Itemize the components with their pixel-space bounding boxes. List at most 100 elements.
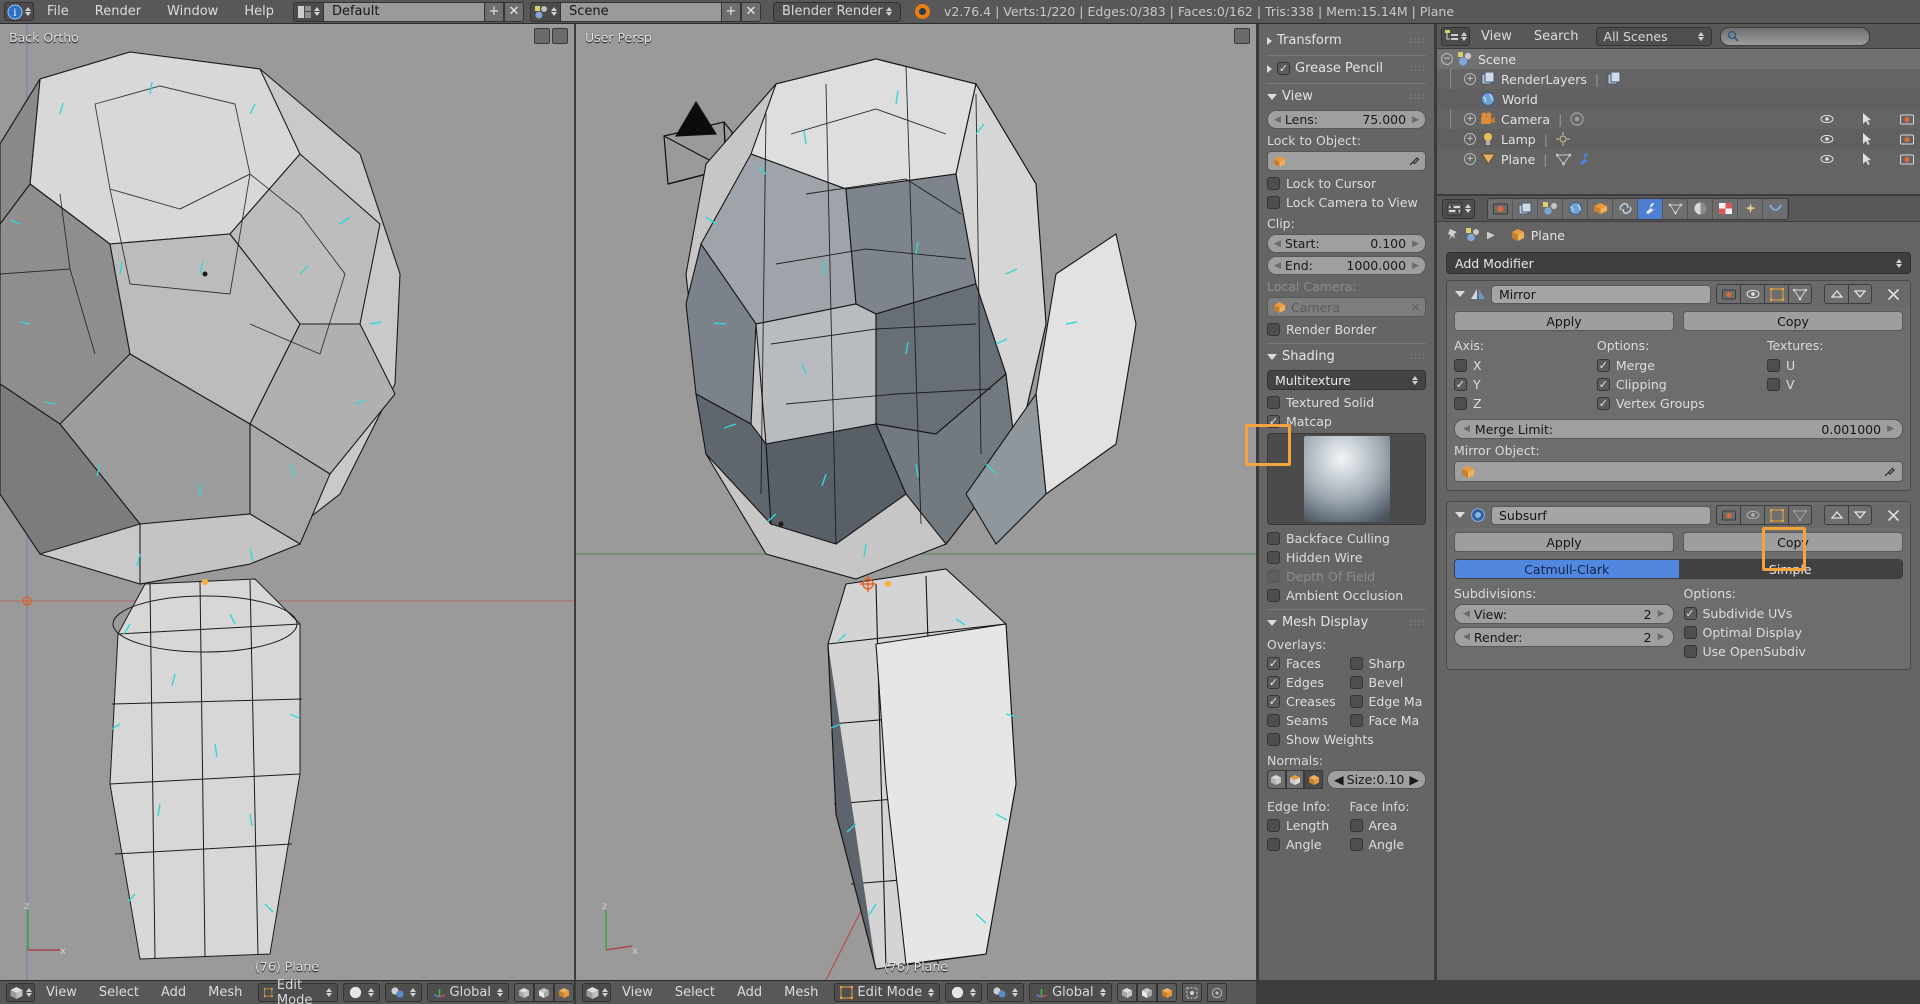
move-up-icon[interactable] [1824, 284, 1848, 304]
editor-type-spinner[interactable] [26, 988, 32, 997]
overlay-edge-marks-row[interactable]: Edge Ma [1349, 692, 1427, 711]
outliner-menu-view[interactable]: View [1470, 29, 1523, 44]
overlay-faces-row[interactable]: Faces [1267, 654, 1344, 673]
face-angle-checkbox[interactable] [1349, 838, 1363, 851]
vp-right-menu-add[interactable]: Add [726, 985, 773, 1000]
subdivision-type-catmull-clark[interactable]: Catmull-Clark [1455, 560, 1679, 578]
panel-transform-header[interactable]: Transform :::: [1267, 30, 1426, 51]
properties-editor-type-button[interactable] [1442, 198, 1475, 219]
axis-y-row[interactable]: Y [1454, 375, 1597, 394]
dropdown-spinner-icon[interactable] [1412, 375, 1418, 385]
overlay-seams-row[interactable]: Seams [1267, 711, 1344, 730]
overlay-bevel-checkbox[interactable] [1349, 676, 1363, 689]
move-down-icon[interactable] [1848, 505, 1872, 525]
increment-arrow-icon[interactable]: ▶ [1412, 115, 1419, 125]
clear-local-camera-icon[interactable]: ✕ [1411, 301, 1420, 314]
increment-arrow-icon[interactable]: ▶ [1409, 772, 1419, 787]
panel-shading-header[interactable]: Shading :::: [1267, 346, 1426, 367]
eyedropper-icon[interactable] [1408, 155, 1420, 167]
vp-left-shading-selector[interactable] [342, 983, 380, 1002]
cage-toggle-icon[interactable] [1788, 505, 1812, 525]
apply-button-subsurf[interactable]: Apply [1454, 532, 1674, 552]
vp-left-menu-view[interactable]: View [35, 985, 88, 1000]
texture-u-checkbox[interactable] [1766, 359, 1780, 372]
panel-mesh-display-header[interactable]: Mesh Display :::: [1267, 612, 1426, 633]
edge-length-row[interactable]: Length [1267, 816, 1344, 835]
mode-spinner-icon[interactable] [325, 988, 332, 997]
use-opensubdiv-checkbox[interactable] [1683, 645, 1697, 658]
vertex-select-icon[interactable] [514, 983, 534, 1002]
camera-data-icon[interactable] [1570, 112, 1585, 126]
option-clipping-checkbox[interactable] [1596, 378, 1610, 391]
outliner-row-lamp[interactable]: + Lamp | [1437, 129, 1920, 149]
decrement-arrow-icon[interactable]: ◀ [1463, 632, 1470, 642]
viewport-toggle-icon[interactable] [1740, 505, 1764, 525]
editor-type-spinner[interactable] [25, 7, 31, 16]
properties-editor-spinner[interactable] [1465, 204, 1471, 213]
tab-scene[interactable] [1538, 198, 1563, 219]
increment-arrow-icon[interactable]: ▶ [1887, 424, 1894, 434]
proportional-edit-icon[interactable] [1206, 983, 1227, 1002]
render-toggle-icon[interactable] [1716, 284, 1740, 304]
vp-left-mode-selector[interactable]: Edit Mode [258, 978, 338, 1004]
vp-right-mode-selector[interactable]: Edit Mode [834, 983, 941, 1002]
modifier-panel-mirror[interactable]: Mirror Apply Copy Axis: X ✓ Y Z Options:… [1446, 280, 1911, 491]
vp-left-scene-mode-selector[interactable] [384, 983, 422, 1002]
close-icon[interactable] [1881, 509, 1905, 522]
face-normals-button[interactable] [1304, 770, 1324, 789]
decrement-arrow-icon[interactable]: ◀ [1334, 772, 1344, 787]
tab-particles[interactable] [1738, 198, 1763, 219]
axis-x-checkbox[interactable] [1454, 359, 1467, 372]
vp-right-editor-type-button[interactable] [582, 983, 611, 1002]
hidden-wire-row[interactable]: Hidden Wire [1267, 548, 1426, 567]
cursor-arrow-icon[interactable] [1862, 112, 1872, 126]
axis-x-row[interactable]: X [1454, 356, 1597, 375]
decrement-arrow-icon[interactable]: ◀ [1463, 424, 1470, 434]
face-area-row[interactable]: Area [1349, 816, 1427, 835]
outliner-row-camera[interactable]: + Camera | [1437, 109, 1920, 129]
option-clipping-row[interactable]: Clipping [1596, 375, 1767, 394]
pin-icon[interactable] [1446, 228, 1460, 242]
panel-drag-handle[interactable]: :::: [1410, 618, 1426, 628]
option-merge-checkbox[interactable] [1596, 359, 1610, 372]
edge-select-icon[interactable] [534, 983, 554, 1002]
scene-icon[interactable] [1466, 228, 1481, 242]
modifier-panel-subsurf[interactable]: Subsurf Apply Copy Catmull-Clark Simple … [1446, 501, 1911, 670]
subdivisions-render-field[interactable]: ◀ Render: 2 ▶ [1454, 627, 1674, 647]
lock-to-cursor-row[interactable]: Lock to Cursor [1267, 174, 1426, 193]
option-merge-row[interactable]: Merge [1596, 356, 1767, 375]
shading-spinner-icon[interactable] [367, 988, 374, 997]
eye-icon[interactable] [1820, 134, 1834, 144]
tab-physics[interactable] [1763, 198, 1788, 219]
dropdown-spinner-icon[interactable] [1896, 258, 1902, 268]
overlay-face-marks-checkbox[interactable] [1349, 714, 1363, 727]
edit-mode-toggle-icon[interactable] [1764, 284, 1788, 304]
viewport-left-canvas[interactable] [0, 24, 574, 980]
edge-length-checkbox[interactable] [1267, 819, 1280, 832]
menu-file[interactable]: File [34, 0, 82, 24]
camera-back-icon[interactable] [1900, 113, 1914, 125]
viewport-right-canvas[interactable] [576, 24, 1256, 980]
move-up-icon[interactable] [1824, 505, 1848, 525]
optimal-display-row[interactable]: Optimal Display [1683, 623, 1904, 642]
tab-mesh-data[interactable] [1663, 198, 1688, 219]
overlay-edges-checkbox[interactable] [1267, 676, 1280, 689]
add-modifier-dropdown[interactable]: Add Modifier [1446, 252, 1911, 274]
increment-arrow-icon[interactable]: ▶ [1412, 239, 1419, 249]
matcap-row[interactable]: Matcap [1267, 412, 1426, 431]
tab-constraints[interactable] [1613, 198, 1638, 219]
tab-world[interactable] [1563, 198, 1588, 219]
increment-arrow-icon[interactable]: ▶ [1658, 609, 1665, 619]
outliner-editor-spinner[interactable] [1461, 31, 1467, 41]
overlay-seams-checkbox[interactable] [1267, 714, 1280, 727]
info-editor-type-button[interactable]: i [4, 2, 34, 21]
modifier-name-subsurf[interactable]: Subsurf [1491, 505, 1711, 525]
texture-v-checkbox[interactable] [1766, 378, 1780, 391]
viewport-toggle-icon[interactable] [1740, 284, 1764, 304]
textured-solid-row[interactable]: Textured Solid [1267, 393, 1426, 412]
viewport-left-close-icon[interactable] [552, 28, 568, 44]
vp-left-menu-add[interactable]: Add [150, 985, 197, 1000]
option-vertex-groups-checkbox[interactable] [1596, 397, 1610, 410]
edge-angle-checkbox[interactable] [1267, 838, 1280, 851]
cage-toggle-icon[interactable] [1788, 284, 1812, 304]
